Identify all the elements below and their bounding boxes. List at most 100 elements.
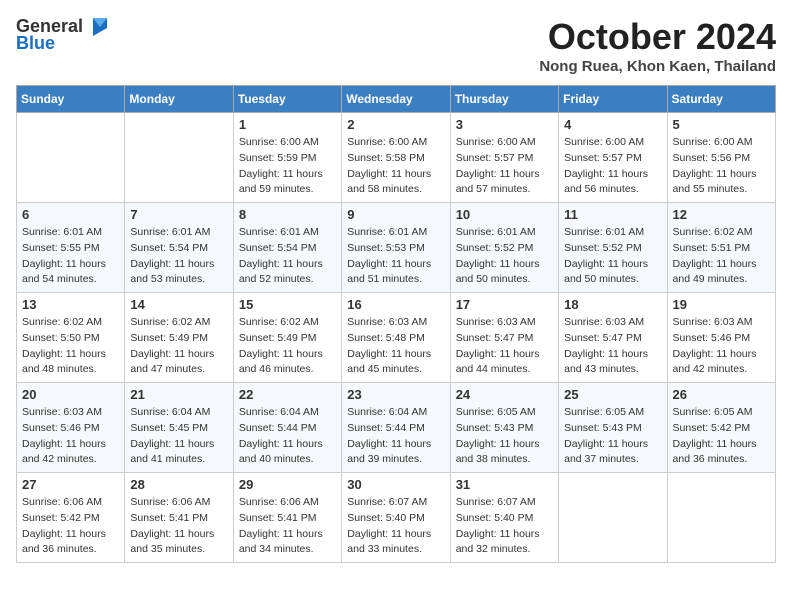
day-number: 7: [130, 207, 227, 222]
day-number: 4: [564, 117, 661, 132]
header-thursday: Thursday: [450, 86, 558, 113]
calendar-cell: 23 Sunrise: 6:04 AMSunset: 5:44 PMDayligh…: [342, 383, 450, 473]
header-sunday: Sunday: [17, 86, 125, 113]
day-info: Sunrise: 6:05 AMSunset: 5:43 PMDaylight:…: [456, 405, 553, 468]
logo: General Blue: [16, 16, 107, 54]
calendar-cell: [667, 473, 775, 563]
day-info: Sunrise: 6:03 AMSunset: 5:47 PMDaylight:…: [564, 315, 661, 378]
calendar-week-5: 27Sunrise: 6:06 AMSunset: 5:42 PMDayligh…: [17, 473, 776, 563]
calendar-cell: 5 Sunrise: 6:00 AMSunset: 5:56 PMDaylight…: [667, 113, 775, 203]
day-number: 5: [673, 117, 770, 132]
day-number: 24: [456, 387, 553, 402]
month-title: October 2024: [539, 16, 776, 58]
calendar-cell: 13Sunrise: 6:02 AMSunset: 5:50 PMDayligh…: [17, 293, 125, 383]
day-number: 13: [22, 297, 119, 312]
day-info: Sunrise: 6:02 AMSunset: 5:51 PMDaylight:…: [673, 225, 770, 288]
day-info: Sunrise: 6:03 AMSunset: 5:46 PMDaylight:…: [673, 315, 770, 378]
calendar-cell: 12 Sunrise: 6:02 AMSunset: 5:51 PMDayligh…: [667, 203, 775, 293]
day-number: 15: [239, 297, 336, 312]
calendar-cell: 22 Sunrise: 6:04 AMSunset: 5:44 PMDayligh…: [233, 383, 341, 473]
day-info: Sunrise: 6:03 AMSunset: 5:47 PMDaylight:…: [456, 315, 553, 378]
calendar-cell: 3 Sunrise: 6:00 AMSunset: 5:57 PMDaylight…: [450, 113, 558, 203]
calendar-cell: 27Sunrise: 6:06 AMSunset: 5:42 PMDayligh…: [17, 473, 125, 563]
calendar-cell: 16 Sunrise: 6:03 AMSunset: 5:48 PMDayligh…: [342, 293, 450, 383]
calendar-cell: 31 Sunrise: 6:07 AMSunset: 5:40 PMDayligh…: [450, 473, 558, 563]
calendar-cell: 8 Sunrise: 6:01 AMSunset: 5:54 PMDaylight…: [233, 203, 341, 293]
day-info: Sunrise: 6:01 AMSunset: 5:54 PMDaylight:…: [239, 225, 336, 288]
calendar-cell: 17 Sunrise: 6:03 AMSunset: 5:47 PMDayligh…: [450, 293, 558, 383]
calendar-cell: 25 Sunrise: 6:05 AMSunset: 5:43 PMDayligh…: [559, 383, 667, 473]
day-info: Sunrise: 6:00 AMSunset: 5:56 PMDaylight:…: [673, 135, 770, 198]
day-info: Sunrise: 6:04 AMSunset: 5:45 PMDaylight:…: [130, 405, 227, 468]
header-friday: Friday: [559, 86, 667, 113]
day-number: 9: [347, 207, 444, 222]
calendar-cell: 2Sunrise: 6:00 AMSunset: 5:58 PMDaylight…: [342, 113, 450, 203]
day-number: 20: [22, 387, 119, 402]
day-info: Sunrise: 6:00 AMSunset: 5:58 PMDaylight:…: [347, 135, 444, 198]
day-info: Sunrise: 6:00 AMSunset: 5:57 PMDaylight:…: [564, 135, 661, 198]
day-number: 19: [673, 297, 770, 312]
calendar-cell: 7 Sunrise: 6:01 AMSunset: 5:54 PMDaylight…: [125, 203, 233, 293]
day-info: Sunrise: 6:05 AMSunset: 5:43 PMDaylight:…: [564, 405, 661, 468]
calendar-cell: 6Sunrise: 6:01 AMSunset: 5:55 PMDaylight…: [17, 203, 125, 293]
calendar-cell: 10 Sunrise: 6:01 AMSunset: 5:52 PMDayligh…: [450, 203, 558, 293]
header-monday: Monday: [125, 86, 233, 113]
day-info: Sunrise: 6:01 AMSunset: 5:52 PMDaylight:…: [456, 225, 553, 288]
calendar-week-4: 20Sunrise: 6:03 AMSunset: 5:46 PMDayligh…: [17, 383, 776, 473]
day-info: Sunrise: 6:02 AMSunset: 5:49 PMDaylight:…: [130, 315, 227, 378]
title-area: October 2024 Nong Ruea, Khon Kaen, Thail…: [539, 16, 776, 75]
calendar-cell: [17, 113, 125, 203]
day-number: 31: [456, 477, 553, 492]
calendar-cell: 30 Sunrise: 6:07 AMSunset: 5:40 PMDayligh…: [342, 473, 450, 563]
calendar-cell: 26Sunrise: 6:05 AMSunset: 5:42 PMDayligh…: [667, 383, 775, 473]
calendar-cell: 28Sunrise: 6:06 AMSunset: 5:41 PMDayligh…: [125, 473, 233, 563]
page-header: General Blue October 2024 Nong Ruea, Kho…: [16, 16, 776, 75]
calendar-cell: [125, 113, 233, 203]
day-number: 17: [456, 297, 553, 312]
day-number: 21: [130, 387, 227, 402]
calendar-cell: 14 Sunrise: 6:02 AMSunset: 5:49 PMDayligh…: [125, 293, 233, 383]
day-number: 6: [22, 207, 119, 222]
day-info: Sunrise: 6:06 AMSunset: 5:42 PMDaylight:…: [22, 495, 119, 558]
day-info: Sunrise: 6:06 AMSunset: 5:41 PMDaylight:…: [130, 495, 227, 558]
location-title: Nong Ruea, Khon Kaen, Thailand: [539, 58, 776, 75]
logo-blue-text: Blue: [16, 33, 55, 54]
day-info: Sunrise: 6:07 AMSunset: 5:40 PMDaylight:…: [456, 495, 553, 558]
day-info: Sunrise: 6:00 AMSunset: 5:59 PMDaylight:…: [239, 135, 336, 198]
calendar-cell: 4 Sunrise: 6:00 AMSunset: 5:57 PMDaylight…: [559, 113, 667, 203]
day-number: 16: [347, 297, 444, 312]
day-info: Sunrise: 6:04 AMSunset: 5:44 PMDaylight:…: [347, 405, 444, 468]
logo-icon: [85, 18, 107, 36]
header-saturday: Saturday: [667, 86, 775, 113]
calendar-cell: 20Sunrise: 6:03 AMSunset: 5:46 PMDayligh…: [17, 383, 125, 473]
day-number: 30: [347, 477, 444, 492]
day-number: 3: [456, 117, 553, 132]
day-number: 26: [673, 387, 770, 402]
calendar-cell: 21 Sunrise: 6:04 AMSunset: 5:45 PMDayligh…: [125, 383, 233, 473]
day-info: Sunrise: 6:01 AMSunset: 5:52 PMDaylight:…: [564, 225, 661, 288]
calendar-week-2: 6Sunrise: 6:01 AMSunset: 5:55 PMDaylight…: [17, 203, 776, 293]
day-number: 25: [564, 387, 661, 402]
calendar-cell: [559, 473, 667, 563]
day-info: Sunrise: 6:06 AMSunset: 5:41 PMDaylight:…: [239, 495, 336, 558]
calendar-cell: 11Sunrise: 6:01 AMSunset: 5:52 PMDayligh…: [559, 203, 667, 293]
calendar-week-3: 13Sunrise: 6:02 AMSunset: 5:50 PMDayligh…: [17, 293, 776, 383]
day-info: Sunrise: 6:00 AMSunset: 5:57 PMDaylight:…: [456, 135, 553, 198]
day-number: 12: [673, 207, 770, 222]
header-wednesday: Wednesday: [342, 86, 450, 113]
day-info: Sunrise: 6:07 AMSunset: 5:40 PMDaylight:…: [347, 495, 444, 558]
day-info: Sunrise: 6:04 AMSunset: 5:44 PMDaylight:…: [239, 405, 336, 468]
day-info: Sunrise: 6:01 AMSunset: 5:54 PMDaylight:…: [130, 225, 227, 288]
calendar-cell: 1Sunrise: 6:00 AMSunset: 5:59 PMDaylight…: [233, 113, 341, 203]
day-number: 29: [239, 477, 336, 492]
calendar-cell: 24 Sunrise: 6:05 AMSunset: 5:43 PMDayligh…: [450, 383, 558, 473]
calendar-cell: 9Sunrise: 6:01 AMSunset: 5:53 PMDaylight…: [342, 203, 450, 293]
day-number: 14: [130, 297, 227, 312]
day-number: 8: [239, 207, 336, 222]
calendar-cell: 15Sunrise: 6:02 AMSunset: 5:49 PMDayligh…: [233, 293, 341, 383]
calendar-header-row: SundayMondayTuesdayWednesdayThursdayFrid…: [17, 86, 776, 113]
day-number: 22: [239, 387, 336, 402]
day-info: Sunrise: 6:03 AMSunset: 5:48 PMDaylight:…: [347, 315, 444, 378]
day-number: 10: [456, 207, 553, 222]
day-number: 23: [347, 387, 444, 402]
